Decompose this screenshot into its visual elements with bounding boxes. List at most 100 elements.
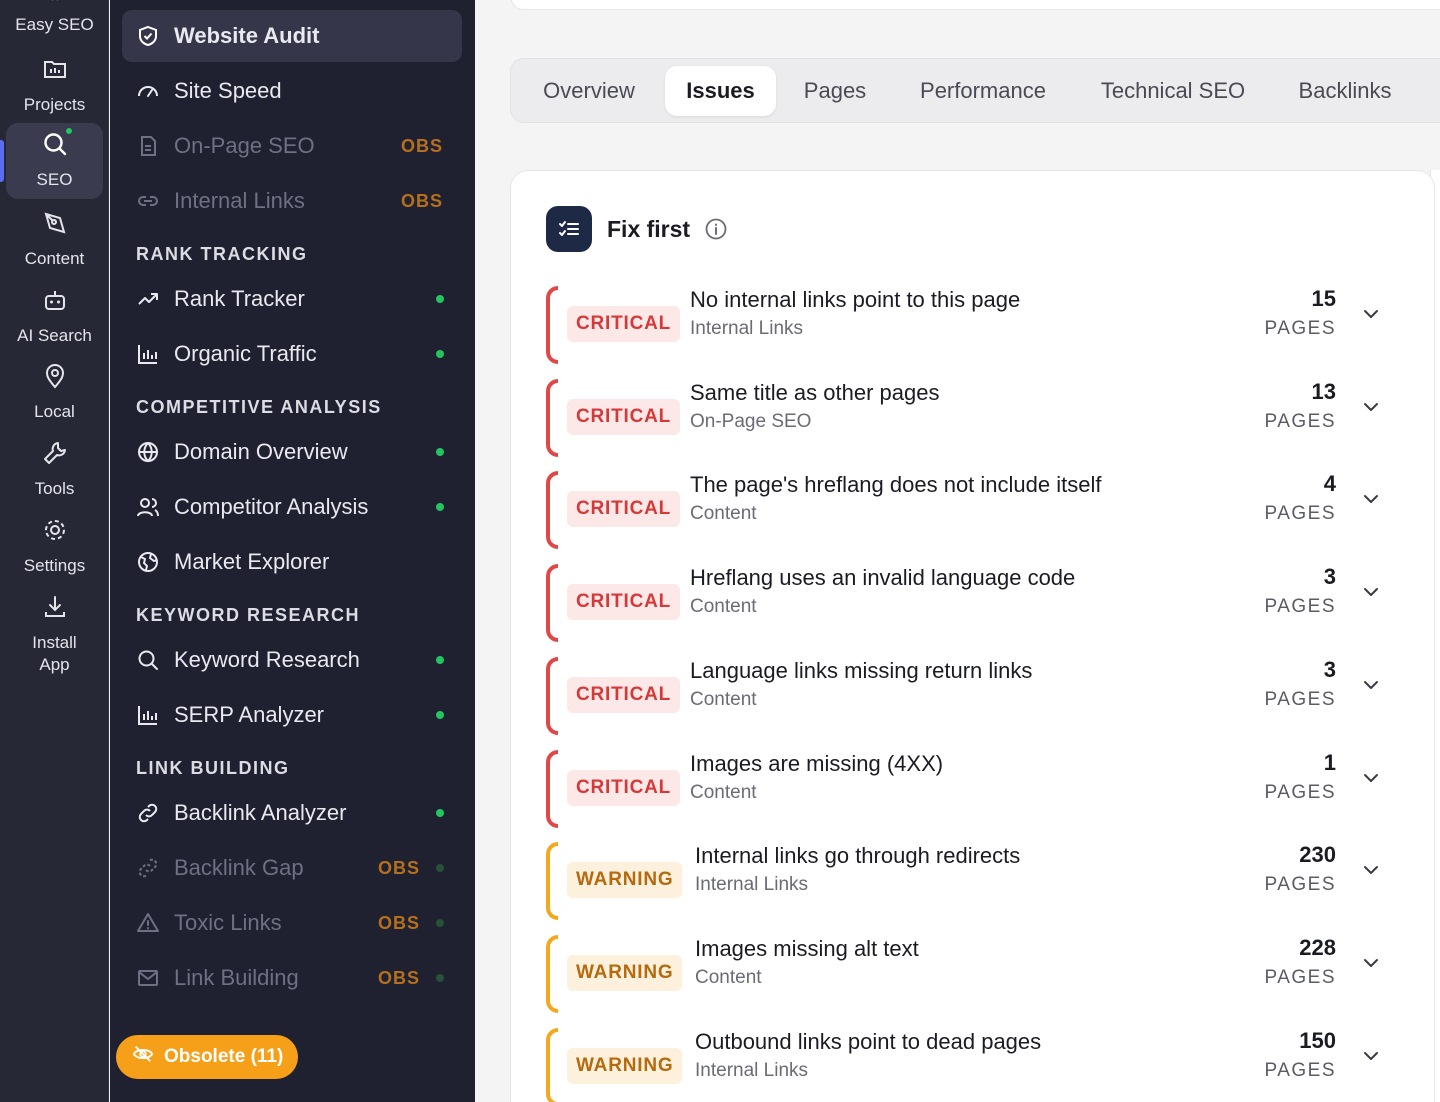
sidebar-item-site-speed[interactable]: Site Speed — [122, 65, 462, 117]
sidebar-item-serp-analyzer[interactable]: SERP Analyzer — [122, 689, 462, 741]
rail-item-content[interactable]: Content — [6, 210, 103, 270]
issue-row[interactable]: WARNING Outbound links point to dead page… — [546, 1027, 1386, 1102]
page-count-unit: PAGES — [1264, 318, 1336, 339]
issue-row[interactable]: CRITICAL The page's hreflang does not inc… — [546, 471, 1386, 550]
page-count-unit: PAGES — [1264, 781, 1336, 803]
status-dot — [436, 350, 444, 358]
page-count-unit: PAGES — [1264, 503, 1336, 525]
sidebar-item-backlink-analyzer[interactable]: Backlink Analyzer — [122, 787, 462, 839]
card-header: Fix first — [546, 206, 728, 252]
status-dot — [436, 974, 444, 982]
tab-overview[interactable]: Overview — [529, 66, 649, 116]
chevron-down-icon[interactable] — [1360, 1045, 1382, 1067]
issue-category: Content — [690, 503, 757, 525]
severity-badge: WARNING — [567, 862, 683, 899]
tab-performance[interactable]: Performance — [906, 66, 1060, 116]
sidebar-item-label: Backlink Analyzer — [174, 800, 347, 825]
page-count: 3 — [1323, 656, 1336, 682]
sidebar-item-organic-traffic[interactable]: Organic Traffic — [122, 328, 462, 380]
chevron-down-icon[interactable] — [1360, 303, 1382, 325]
page-count: 4 — [1323, 471, 1336, 497]
issue-title: Images are missing (4XX) — [690, 750, 944, 776]
rail-item-settings[interactable]: Settings — [6, 517, 103, 577]
tab-issues[interactable]: Issues — [665, 66, 776, 116]
info-icon[interactable] — [704, 217, 728, 241]
issue-row[interactable]: CRITICAL Language links missing return li… — [546, 656, 1386, 735]
rail-label: Settings — [23, 556, 86, 575]
severity-badge: CRITICAL — [567, 491, 681, 528]
issue-category: Content — [695, 966, 762, 988]
issue-row[interactable]: CRITICAL Same title as other pages On-Page… — [546, 378, 1386, 457]
sidebar-item-competitor-analysis[interactable]: Competitor Analysis — [122, 481, 462, 533]
page-count-unit: PAGES — [1264, 410, 1336, 432]
chevron-down-icon[interactable] — [1360, 674, 1382, 696]
obsolete-tag: OBS — [377, 857, 420, 878]
sidebar-item-label: On-Page SEO — [174, 133, 315, 158]
issue-category: Content — [690, 688, 757, 710]
rail-item-easy-seo[interactable]: Easy SEO — [6, 0, 103, 36]
tab-pages[interactable]: Pages — [794, 66, 876, 116]
sidebar-item-label: Link Building — [174, 965, 299, 990]
link-icon — [136, 189, 160, 213]
rail-item-projects[interactable]: Projects — [6, 56, 103, 116]
page-count: 228 — [1299, 934, 1336, 960]
eye-off-icon — [132, 1043, 164, 1071]
sidebar-item-internal-links[interactable]: Internal Links OBS — [122, 175, 462, 227]
page-count-unit: PAGES — [1264, 874, 1336, 896]
fix-first-card: Fix first CRITICAL No internal links poin… — [510, 170, 1435, 1102]
tab-technical-seo[interactable]: Technical SEO — [1089, 66, 1257, 116]
chevron-down-icon[interactable] — [1360, 581, 1382, 603]
sidebar-item-market-explorer[interactable]: Market Explorer — [122, 536, 462, 588]
shield-icon — [136, 24, 160, 48]
issue-title: No internal links point to this page — [690, 287, 1021, 312]
severity-badge: CRITICAL — [567, 306, 681, 342]
chevron-down-icon[interactable] — [1360, 488, 1382, 510]
broken-link-icon — [136, 856, 160, 880]
severity-bar — [546, 286, 558, 364]
issue-row[interactable]: CRITICAL Hreflang uses an invalid languag… — [546, 564, 1386, 643]
rail-label: Projects — [23, 95, 86, 114]
severity-bar — [546, 749, 558, 828]
rail-item-tools[interactable]: Tools — [6, 440, 103, 500]
issue-category: Content — [690, 781, 757, 803]
rail-label: Easy SEO — [15, 15, 94, 34]
tab-backlinks[interactable]: Backlinks — [1285, 66, 1405, 116]
chevron-down-icon[interactable] — [1360, 767, 1382, 789]
rail-item-install-app[interactable]: Install App — [6, 594, 103, 676]
gear-icon — [42, 517, 68, 555]
page-count: 230 — [1299, 842, 1336, 868]
bar-chart-icon — [136, 703, 160, 727]
sidebar-item-website-audit[interactable]: Website Audit — [122, 10, 462, 62]
issue-title: Images missing alt text — [695, 935, 919, 961]
sidebar-item-rank-tracker[interactable]: Rank Tracker — [122, 273, 462, 325]
chevron-down-icon[interactable] — [1360, 396, 1382, 418]
issue-row[interactable]: WARNING Internal links go through redirec… — [546, 842, 1386, 921]
status-dot — [436, 919, 444, 927]
sidebar-item-keyword-research[interactable]: Keyword Research — [122, 634, 462, 686]
sidebar-item-on-page-seo[interactable]: On-Page SEO OBS — [122, 120, 462, 172]
status-dot — [436, 809, 444, 817]
obsolete-button[interactable]: Obsolete (11) — [116, 1035, 298, 1079]
trend-up-icon — [136, 287, 160, 311]
search-icon — [136, 648, 160, 672]
issue-row[interactable]: WARNING Images missing alt text Content 228… — [546, 934, 1386, 1013]
sidebar-item-domain-overview[interactable]: Domain Overview — [122, 426, 462, 478]
obsolete-tag: OBS — [400, 135, 443, 156]
chevron-down-icon[interactable] — [1360, 859, 1382, 881]
issue-category: Internal Links — [690, 318, 804, 339]
severity-badge: WARNING — [567, 954, 683, 991]
chevron-down-icon[interactable] — [1360, 952, 1382, 974]
rail-item-local[interactable]: Local — [6, 363, 103, 423]
section-link-building: LINK BUILDING — [136, 758, 290, 778]
rail-item-seo[interactable]: SEO — [6, 123, 103, 199]
sidebar-item-toxic-links[interactable]: Toxic Links OBS — [122, 897, 462, 949]
sidebar-item-link-building[interactable]: Link Building OBS — [122, 952, 462, 1004]
rail-item-ai-search[interactable]: AI Search — [6, 287, 103, 347]
severity-badge: CRITICAL — [567, 769, 681, 806]
severity-badge: CRITICAL — [567, 398, 681, 435]
issue-row[interactable]: CRITICAL No internal links point to this … — [546, 286, 1386, 364]
issue-title: The page's hreflang does not include its… — [690, 472, 1102, 498]
issue-row[interactable]: CRITICAL Images are missing (4XX) Content 1… — [546, 749, 1386, 828]
section-competitive-analysis: COMPETITIVE ANALYSIS — [136, 397, 382, 417]
sidebar-item-backlink-gap[interactable]: Backlink Gap OBS — [122, 842, 462, 894]
